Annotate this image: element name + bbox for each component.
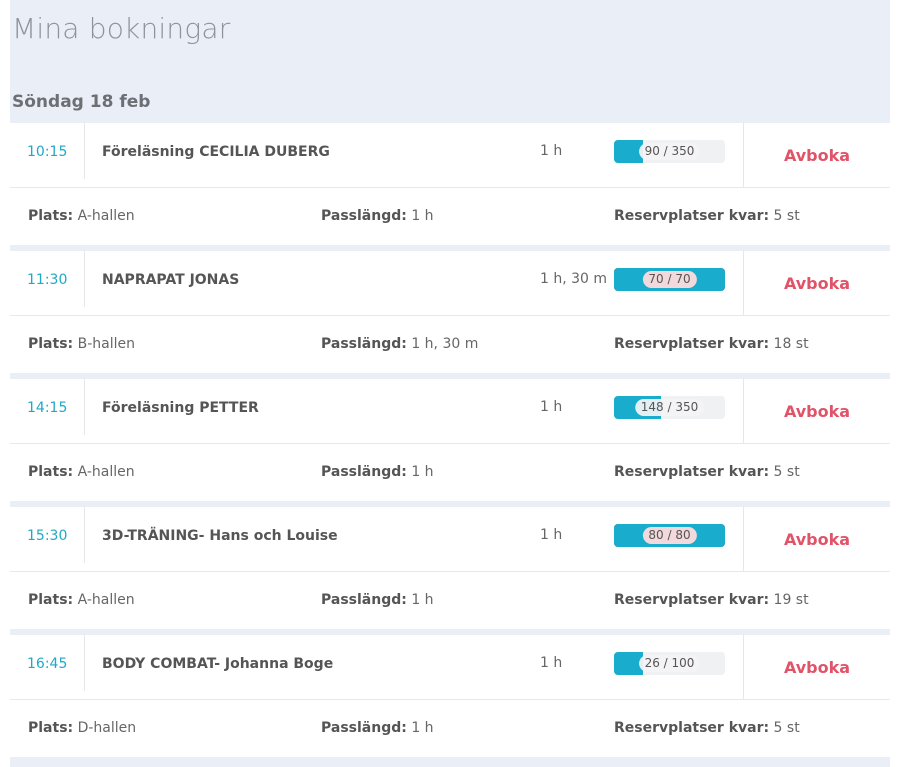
booking-time: 11:30 [27, 272, 68, 288]
booking-title: BODY COMBAT- Johanna Boge [102, 656, 334, 672]
booking-card: 10:15 Föreläsning CECILIA DUBERG 1 h 90 … [10, 123, 890, 245]
reserve-value: 5 st [773, 208, 800, 224]
location-detail: Plats: D-hallen [28, 720, 136, 736]
booking-summary-row: 14:15 Föreläsning PETTER 1 h 148 / 350 A… [10, 379, 890, 444]
capacity-label: 80 / 80 [642, 527, 697, 544]
page-background: Mina bokningar Söndag 18 feb 10:15 Förel… [10, 0, 890, 767]
location-label: Plats: [28, 208, 74, 224]
booking-time: 10:15 [27, 144, 68, 160]
time-divider [84, 251, 85, 307]
booking-summary-row: 15:30 3D-TRÄNING- Hans och Louise 1 h 80… [10, 507, 890, 572]
booking-details-row: Plats: A-hallen Passlängd: 1 h Reservpla… [10, 444, 890, 501]
time-divider [84, 379, 85, 435]
capacity-bar: 148 / 350 [614, 396, 725, 419]
time-divider [84, 635, 85, 691]
location-value: A-hallen [77, 208, 135, 224]
location-label: Plats: [28, 592, 74, 608]
location-label: Plats: [28, 720, 74, 736]
reserve-detail: Reservplatser kvar: 5 st [614, 208, 800, 224]
reserve-label: Reservplatser kvar: [614, 464, 770, 480]
capacity-bar: 90 / 350 [614, 140, 725, 163]
capacity-bar: 80 / 80 [614, 524, 725, 547]
length-detail: Passlängd: 1 h, 30 m [321, 336, 478, 352]
location-detail: Plats: A-hallen [28, 464, 135, 480]
booking-card: 16:45 BODY COMBAT- Johanna Boge 1 h 26 /… [10, 635, 890, 757]
booking-title: Föreläsning PETTER [102, 400, 259, 416]
booking-details-row: Plats: D-hallen Passlängd: 1 h Reservpla… [10, 700, 890, 757]
reserve-detail: Reservplatser kvar: 19 st [614, 592, 809, 608]
reserve-detail: Reservplatser kvar: 5 st [614, 720, 800, 736]
reserve-label: Reservplatser kvar: [614, 336, 770, 352]
time-divider [84, 507, 85, 563]
capacity-label: 26 / 100 [638, 655, 701, 672]
reserve-value: 5 st [773, 464, 800, 480]
reserve-label: Reservplatser kvar: [614, 592, 770, 608]
length-label: Passlängd: [321, 464, 407, 480]
booking-summary-row: 11:30 NAPRAPAT JONAS 1 h, 30 m 70 / 70 A… [10, 251, 890, 316]
reserve-value: 18 st [773, 336, 809, 352]
location-label: Plats: [28, 464, 74, 480]
booking-card: 15:30 3D-TRÄNING- Hans och Louise 1 h 80… [10, 507, 890, 629]
location-label: Plats: [28, 336, 74, 352]
reserve-label: Reservplatser kvar: [614, 208, 770, 224]
booking-details-row: Plats: A-hallen Passlängd: 1 h Reservpla… [10, 188, 890, 245]
length-detail: Passlängd: 1 h [321, 592, 434, 608]
booking-details-row: Plats: B-hallen Passlängd: 1 h, 30 m Res… [10, 316, 890, 373]
length-detail: Passlängd: 1 h [321, 208, 434, 224]
booking-summary-row: 16:45 BODY COMBAT- Johanna Boge 1 h 26 /… [10, 635, 890, 700]
time-divider [84, 123, 85, 179]
location-value: D-hallen [77, 720, 137, 736]
cancel-booking-button[interactable]: Avboka [744, 251, 890, 315]
length-label: Passlängd: [321, 336, 407, 352]
reserve-value: 5 st [773, 720, 800, 736]
length-detail: Passlängd: 1 h [321, 720, 434, 736]
location-detail: Plats: A-hallen [28, 208, 135, 224]
booking-duration: 1 h [540, 399, 563, 415]
cancel-booking-button[interactable]: Avboka [744, 379, 890, 443]
length-value: 1 h [411, 720, 434, 736]
length-value: 1 h [411, 208, 434, 224]
cancel-booking-button[interactable]: Avboka [744, 635, 890, 699]
cancel-booking-button[interactable]: Avboka [744, 507, 890, 571]
location-detail: Plats: A-hallen [28, 592, 135, 608]
booking-card: 14:15 Föreläsning PETTER 1 h 148 / 350 A… [10, 379, 890, 501]
location-value: A-hallen [77, 464, 135, 480]
booking-duration: 1 h [540, 143, 563, 159]
length-label: Passlängd: [321, 720, 407, 736]
capacity-label: 148 / 350 [634, 399, 705, 416]
booking-time: 16:45 [27, 656, 68, 672]
booking-details-row: Plats: A-hallen Passlängd: 1 h Reservpla… [10, 572, 890, 629]
length-label: Passlängd: [321, 592, 407, 608]
reserve-value: 19 st [773, 592, 809, 608]
length-label: Passlängd: [321, 208, 407, 224]
length-value: 1 h [411, 464, 434, 480]
page-title: Mina bokningar [12, 12, 231, 45]
length-detail: Passlängd: 1 h [321, 464, 434, 480]
reserve-detail: Reservplatser kvar: 5 st [614, 464, 800, 480]
booking-duration: 1 h, 30 m [540, 271, 608, 287]
capacity-label: 70 / 70 [642, 271, 697, 288]
booking-card: 11:30 NAPRAPAT JONAS 1 h, 30 m 70 / 70 A… [10, 251, 890, 373]
capacity-bar: 26 / 100 [614, 652, 725, 675]
capacity-bar: 70 / 70 [614, 268, 725, 291]
booking-duration: 1 h [540, 527, 563, 543]
booking-time: 14:15 [27, 400, 68, 416]
booking-title: 3D-TRÄNING- Hans och Louise [102, 528, 338, 544]
cancel-booking-button[interactable]: Avboka [744, 123, 890, 187]
location-detail: Plats: B-hallen [28, 336, 135, 352]
booking-list: 10:15 Föreläsning CECILIA DUBERG 1 h 90 … [10, 123, 890, 763]
location-value: A-hallen [77, 592, 135, 608]
day-heading: Söndag 18 feb [12, 92, 151, 112]
reserve-detail: Reservplatser kvar: 18 st [614, 336, 809, 352]
booking-title: NAPRAPAT JONAS [102, 272, 240, 288]
length-value: 1 h, 30 m [411, 336, 479, 352]
booking-title: Föreläsning CECILIA DUBERG [102, 144, 330, 160]
booking-time: 15:30 [27, 528, 68, 544]
booking-summary-row: 10:15 Föreläsning CECILIA DUBERG 1 h 90 … [10, 123, 890, 188]
booking-duration: 1 h [540, 655, 563, 671]
capacity-label: 90 / 350 [638, 143, 701, 160]
length-value: 1 h [411, 592, 434, 608]
location-value: B-hallen [77, 336, 135, 352]
reserve-label: Reservplatser kvar: [614, 720, 770, 736]
